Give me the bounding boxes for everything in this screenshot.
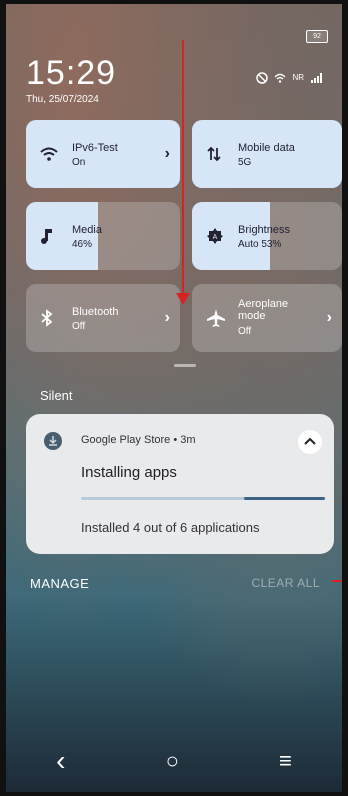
tile-wifi-title: IPv6-Test	[72, 142, 118, 154]
annotation-marker	[332, 580, 342, 582]
annotation-arrow-head	[176, 293, 190, 305]
mobile-data-icon	[207, 146, 221, 162]
manage-button[interactable]: MANAGE	[30, 576, 89, 591]
notification-shade: 92 15:29 Thu, 25/07/2024 NR IPv6-Test On…	[0, 0, 348, 796]
tile-brightness[interactable]: A Brightness Auto 53%	[192, 202, 342, 270]
tile-media-title: Media	[72, 224, 102, 236]
wifi-icon	[40, 147, 58, 161]
notification-header: Google Play Store • 3m	[81, 434, 196, 446]
notification-title: Installing apps	[81, 464, 177, 481]
chevron-right-icon[interactable]: ›	[327, 309, 332, 327]
clock-date: Thu, 25/07/2024	[26, 94, 99, 105]
annotation-arrow-line	[182, 40, 184, 298]
section-label-silent: Silent	[40, 388, 73, 403]
media-level-fill	[26, 202, 98, 270]
tile-bluetooth-sub: Off	[72, 321, 86, 332]
navigation-bar: ‹ ○ ≡	[6, 747, 342, 775]
tile-mobile-data[interactable]: Mobile data 5G	[192, 120, 342, 188]
brightness-level-fill	[192, 202, 270, 270]
drag-handle[interactable]	[174, 364, 196, 367]
notification-dot: •	[173, 434, 178, 446]
recents-button[interactable]: ≡	[279, 748, 292, 774]
status-icons: NR	[256, 72, 322, 84]
clear-all-button[interactable]: CLEAR ALL	[251, 576, 320, 590]
tile-mobile-data-title: Mobile data	[238, 142, 295, 154]
app-icon	[44, 432, 62, 450]
nfc-icon	[256, 72, 269, 84]
back-button[interactable]: ‹	[56, 747, 65, 775]
notification-app-name: Google Play Store	[81, 434, 171, 446]
download-icon	[49, 436, 57, 446]
notification-age: 3m	[180, 434, 196, 446]
tile-bluetooth-title: Bluetooth	[72, 306, 119, 318]
network-type-label: NR	[292, 73, 304, 82]
chevron-right-icon[interactable]: ›	[165, 309, 170, 327]
tile-aeroplane-sub: Off	[238, 326, 252, 337]
brightness-icon: A	[207, 228, 223, 244]
notification-card[interactable]: Google Play Store • 3m Installing apps I…	[26, 414, 334, 554]
tile-bluetooth[interactable]: Bluetooth Off ›	[26, 284, 180, 352]
tile-media-sub: 46%	[72, 239, 93, 250]
chevron-right-icon[interactable]: ›	[165, 145, 170, 163]
tile-brightness-sub: Auto 53%	[238, 239, 282, 250]
bluetooth-icon	[41, 309, 53, 327]
tile-mobile-data-sub: 5G	[238, 157, 252, 168]
tile-media[interactable]: Media 46%	[26, 202, 180, 270]
clock-time: 15:29	[26, 54, 117, 92]
notification-body: Installed 4 out of 6 applications	[81, 520, 260, 535]
tile-aeroplane-title: Aeroplane mode	[238, 298, 289, 322]
tile-wifi-sub: On	[72, 157, 86, 168]
airplane-icon	[207, 309, 225, 327]
home-button[interactable]: ○	[166, 748, 179, 774]
collapse-button[interactable]	[298, 430, 322, 454]
tile-wifi[interactable]: IPv6-Test On ›	[26, 120, 180, 188]
svg-text:A: A	[213, 234, 218, 241]
progress-fill	[244, 497, 325, 500]
progress-bar	[81, 497, 325, 500]
wifi-status-icon	[274, 73, 286, 83]
signal-icon	[311, 73, 322, 83]
battery-indicator: 92	[306, 30, 328, 43]
tile-brightness-title: Brightness	[238, 224, 290, 236]
tile-aeroplane-mode[interactable]: Aeroplane mode Off ›	[192, 284, 342, 352]
music-note-icon	[41, 229, 52, 244]
chevron-up-icon	[304, 437, 316, 445]
